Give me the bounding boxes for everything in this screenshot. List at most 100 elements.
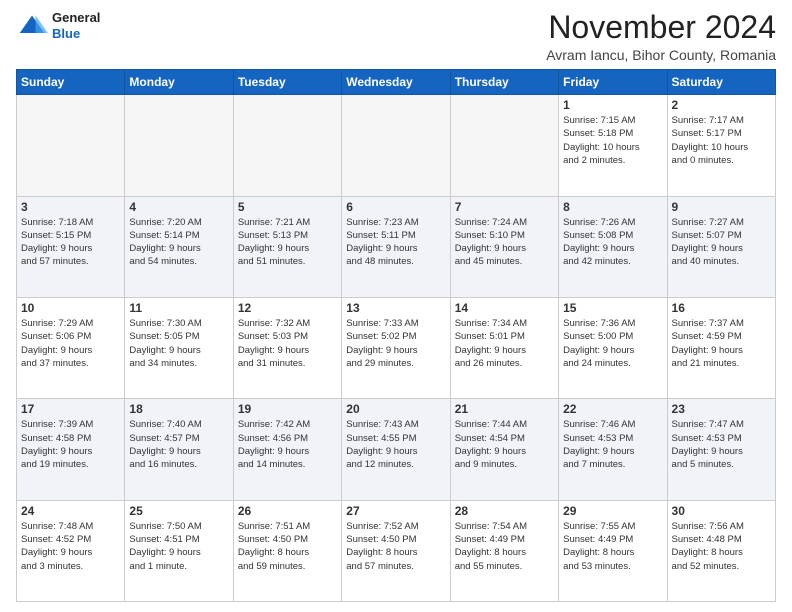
day-info: Sunrise: 7:40 AM Sunset: 4:57 PM Dayligh… [129, 418, 228, 471]
day-number: 26 [238, 504, 337, 518]
header: General Blue November 2024 Avram Iancu, … [16, 10, 776, 63]
day-number: 17 [21, 402, 120, 416]
calendar-cell: 22 Sunrise: 7:46 AM Sunset: 4:53 PM Dayli… [559, 399, 667, 500]
day-info: Sunrise: 7:32 AM Sunset: 5:03 PM Dayligh… [238, 317, 337, 370]
day-info: Sunrise: 7:52 AM Sunset: 4:50 PM Dayligh… [346, 520, 445, 573]
calendar-week-3: 17 Sunrise: 7:39 AM Sunset: 4:58 PM Dayli… [17, 399, 776, 500]
day-info: Sunrise: 7:33 AM Sunset: 5:02 PM Dayligh… [346, 317, 445, 370]
day-number: 19 [238, 402, 337, 416]
day-number: 4 [129, 200, 228, 214]
day-number: 7 [455, 200, 554, 214]
logo: General Blue [16, 10, 100, 41]
calendar-cell: 18 Sunrise: 7:40 AM Sunset: 4:57 PM Dayli… [125, 399, 233, 500]
calendar-cell: 13 Sunrise: 7:33 AM Sunset: 5:02 PM Dayli… [342, 297, 450, 398]
day-number: 6 [346, 200, 445, 214]
day-info: Sunrise: 7:15 AM Sunset: 5:18 PM Dayligh… [563, 114, 662, 167]
day-number: 20 [346, 402, 445, 416]
day-info: Sunrise: 7:30 AM Sunset: 5:05 PM Dayligh… [129, 317, 228, 370]
day-number: 5 [238, 200, 337, 214]
calendar-cell: 6 Sunrise: 7:23 AM Sunset: 5:11 PM Daylig… [342, 196, 450, 297]
day-number: 12 [238, 301, 337, 315]
day-info: Sunrise: 7:23 AM Sunset: 5:11 PM Dayligh… [346, 216, 445, 269]
calendar-cell [450, 95, 558, 196]
calendar-cell: 12 Sunrise: 7:32 AM Sunset: 5:03 PM Dayli… [233, 297, 341, 398]
day-info: Sunrise: 7:26 AM Sunset: 5:08 PM Dayligh… [563, 216, 662, 269]
day-number: 9 [672, 200, 771, 214]
day-info: Sunrise: 7:47 AM Sunset: 4:53 PM Dayligh… [672, 418, 771, 471]
calendar-table: SundayMondayTuesdayWednesdayThursdayFrid… [16, 69, 776, 602]
calendar-cell: 26 Sunrise: 7:51 AM Sunset: 4:50 PM Dayli… [233, 500, 341, 601]
title-block: November 2024 Avram Iancu, Bihor County,… [546, 10, 776, 63]
day-info: Sunrise: 7:56 AM Sunset: 4:48 PM Dayligh… [672, 520, 771, 573]
day-info: Sunrise: 7:27 AM Sunset: 5:07 PM Dayligh… [672, 216, 771, 269]
calendar-week-1: 3Sunrise: 7:18 AM Sunset: 5:15 PM Daylig… [17, 196, 776, 297]
day-number: 30 [672, 504, 771, 518]
page: General Blue November 2024 Avram Iancu, … [0, 0, 792, 612]
day-number: 16 [672, 301, 771, 315]
day-info: Sunrise: 7:51 AM Sunset: 4:50 PM Dayligh… [238, 520, 337, 573]
calendar-cell: 21 Sunrise: 7:44 AM Sunset: 4:54 PM Dayli… [450, 399, 558, 500]
day-info: Sunrise: 7:20 AM Sunset: 5:14 PM Dayligh… [129, 216, 228, 269]
day-info: Sunrise: 7:34 AM Sunset: 5:01 PM Dayligh… [455, 317, 554, 370]
calendar-cell: 28Sunrise: 7:54 AM Sunset: 4:49 PM Dayli… [450, 500, 558, 601]
day-number: 14 [455, 301, 554, 315]
calendar-cell: 27 Sunrise: 7:52 AM Sunset: 4:50 PM Dayli… [342, 500, 450, 601]
day-number: 23 [672, 402, 771, 416]
calendar-cell: 15 Sunrise: 7:36 AM Sunset: 5:00 PM Dayli… [559, 297, 667, 398]
day-info: Sunrise: 7:50 AM Sunset: 4:51 PM Dayligh… [129, 520, 228, 573]
day-number: 1 [563, 98, 662, 112]
logo-line1: General [52, 10, 100, 26]
day-number: 21 [455, 402, 554, 416]
day-number: 25 [129, 504, 228, 518]
calendar-header-sunday: Sunday [17, 70, 125, 95]
day-info: Sunrise: 7:42 AM Sunset: 4:56 PM Dayligh… [238, 418, 337, 471]
day-info: Sunrise: 7:39 AM Sunset: 4:58 PM Dayligh… [21, 418, 120, 471]
day-number: 27 [346, 504, 445, 518]
calendar-cell [233, 95, 341, 196]
calendar-header-thursday: Thursday [450, 70, 558, 95]
day-number: 22 [563, 402, 662, 416]
calendar-cell: 30 Sunrise: 7:56 AM Sunset: 4:48 PM Dayli… [667, 500, 775, 601]
calendar-cell [125, 95, 233, 196]
calendar-cell: 7 Sunrise: 7:24 AM Sunset: 5:10 PM Daylig… [450, 196, 558, 297]
calendar-cell: 14 Sunrise: 7:34 AM Sunset: 5:01 PM Dayli… [450, 297, 558, 398]
calendar-cell: 24Sunrise: 7:48 AM Sunset: 4:52 PM Dayli… [17, 500, 125, 601]
calendar-header-friday: Friday [559, 70, 667, 95]
day-info: Sunrise: 7:43 AM Sunset: 4:55 PM Dayligh… [346, 418, 445, 471]
day-number: 29 [563, 504, 662, 518]
day-number: 11 [129, 301, 228, 315]
calendar-cell: 25 Sunrise: 7:50 AM Sunset: 4:51 PM Dayli… [125, 500, 233, 601]
calendar-header-row: SundayMondayTuesdayWednesdayThursdayFrid… [17, 70, 776, 95]
day-info: Sunrise: 7:55 AM Sunset: 4:49 PM Dayligh… [563, 520, 662, 573]
calendar-header-monday: Monday [125, 70, 233, 95]
day-number: 13 [346, 301, 445, 315]
day-info: Sunrise: 7:46 AM Sunset: 4:53 PM Dayligh… [563, 418, 662, 471]
logo-line2: Blue [52, 26, 100, 42]
calendar-cell: 10Sunrise: 7:29 AM Sunset: 5:06 PM Dayli… [17, 297, 125, 398]
day-info: Sunrise: 7:44 AM Sunset: 4:54 PM Dayligh… [455, 418, 554, 471]
day-number: 15 [563, 301, 662, 315]
day-number: 24 [21, 504, 120, 518]
calendar-cell [342, 95, 450, 196]
day-info: Sunrise: 7:24 AM Sunset: 5:10 PM Dayligh… [455, 216, 554, 269]
day-number: 2 [672, 98, 771, 112]
calendar-header-wednesday: Wednesday [342, 70, 450, 95]
day-info: Sunrise: 7:17 AM Sunset: 5:17 PM Dayligh… [672, 114, 771, 167]
calendar-week-4: 24Sunrise: 7:48 AM Sunset: 4:52 PM Dayli… [17, 500, 776, 601]
calendar-week-0: 1 Sunrise: 7:15 AM Sunset: 5:18 PM Daylig… [17, 95, 776, 196]
calendar-cell: 3Sunrise: 7:18 AM Sunset: 5:15 PM Daylig… [17, 196, 125, 297]
location: Avram Iancu, Bihor County, Romania [546, 47, 776, 63]
month-title: November 2024 [546, 10, 776, 45]
calendar-cell: 19 Sunrise: 7:42 AM Sunset: 4:56 PM Dayli… [233, 399, 341, 500]
calendar-cell: 5Sunrise: 7:21 AM Sunset: 5:13 PM Daylig… [233, 196, 341, 297]
day-number: 18 [129, 402, 228, 416]
day-number: 8 [563, 200, 662, 214]
day-info: Sunrise: 7:36 AM Sunset: 5:00 PM Dayligh… [563, 317, 662, 370]
calendar-cell: 16Sunrise: 7:37 AM Sunset: 4:59 PM Dayli… [667, 297, 775, 398]
day-info: Sunrise: 7:18 AM Sunset: 5:15 PM Dayligh… [21, 216, 120, 269]
calendar-cell: 17 Sunrise: 7:39 AM Sunset: 4:58 PM Dayli… [17, 399, 125, 500]
logo-icon [16, 12, 48, 40]
calendar-cell: 20 Sunrise: 7:43 AM Sunset: 4:55 PM Dayli… [342, 399, 450, 500]
calendar-cell: 2 Sunrise: 7:17 AM Sunset: 5:17 PM Daylig… [667, 95, 775, 196]
calendar-week-2: 10Sunrise: 7:29 AM Sunset: 5:06 PM Dayli… [17, 297, 776, 398]
